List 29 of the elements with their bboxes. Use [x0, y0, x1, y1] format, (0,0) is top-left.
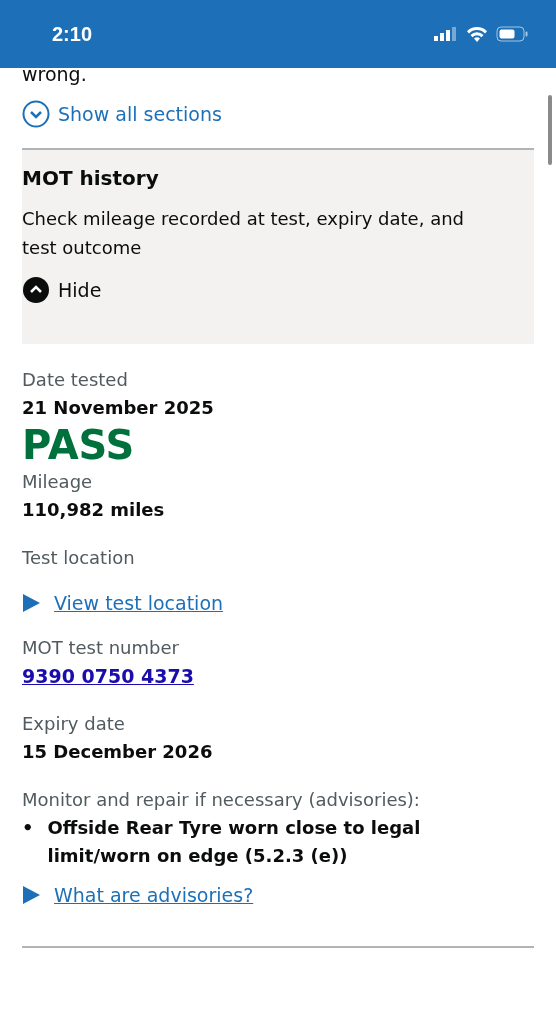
- details-toggle[interactable]: What are advisories?: [22, 884, 254, 906]
- field-label: Expiry date: [22, 712, 126, 736]
- field-label: Test location: [22, 546, 136, 570]
- field-label: Mileage: [22, 470, 94, 494]
- signal-icon: [434, 27, 458, 41]
- scrollbar: [548, 95, 552, 165]
- chevron-circle-icon: [22, 100, 50, 128]
- field-value: 15 December 2026: [22, 740, 214, 764]
- body-text: wrong.: [22, 62, 88, 86]
- triangle-icon: [22, 886, 40, 904]
- test-result: PASS: [22, 422, 136, 468]
- field-value: 21 November 2025: [22, 396, 215, 420]
- triangle-icon: [22, 594, 40, 612]
- advisory-item: Offside Rear Tyre worn close to legal limit/worn on edge (5.2.3 (e)): [47, 816, 422, 868]
- chevron-circle-icon: [22, 276, 50, 304]
- field-label: Monitor and repair if necessary (advisories):: [22, 788, 421, 812]
- show-all-sections-button[interactable]: Show all sections: [22, 100, 222, 128]
- bullet: •: [22, 816, 34, 840]
- test-number-link[interactable]: 9390 0750 4373: [22, 662, 194, 690]
- field-label: Date tested: [22, 368, 129, 392]
- wifi-icon: [466, 26, 488, 42]
- details-toggle[interactable]: View test location: [22, 592, 224, 614]
- battery-icon: [496, 26, 528, 42]
- field-value: 110,982 miles: [22, 498, 166, 522]
- hide-toggle[interactable]: Hide: [22, 276, 102, 304]
- section-title: MOT history: [22, 166, 160, 190]
- clock: 2:10: [52, 22, 93, 46]
- field-label: MOT test number: [22, 636, 180, 660]
- section-summary: Check mileage recorded at test, expiry date, and test outcome: [22, 207, 465, 260]
